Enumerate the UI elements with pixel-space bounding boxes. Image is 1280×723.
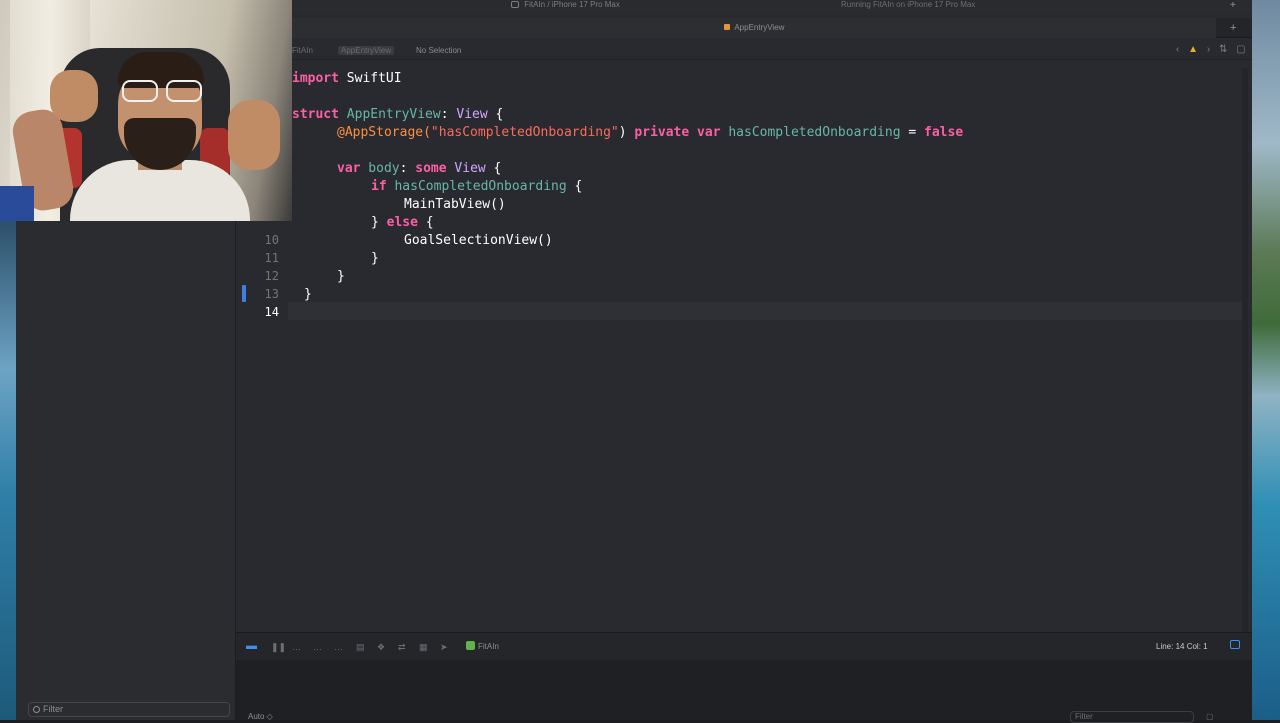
- right-hand: [228, 100, 280, 170]
- chevron-right-icon[interactable]: ›: [1207, 44, 1210, 55]
- code-line: GoalSelectionView(): [404, 233, 553, 248]
- navigator-filter-placeholder: Filter: [43, 704, 63, 714]
- debug-target[interactable]: FitAIn: [466, 641, 499, 651]
- filter-icon: [33, 706, 40, 713]
- step-over-icon[interactable]: …: [292, 642, 301, 652]
- left-fist: [50, 70, 98, 122]
- line-number: 10: [264, 233, 279, 247]
- call-token: GoalSelectionView(): [404, 233, 553, 248]
- type-token: View: [446, 161, 486, 176]
- desktop-wallpaper-right: [1252, 0, 1280, 720]
- keyword-token: some: [415, 161, 447, 176]
- line-number: 12: [264, 269, 279, 283]
- code-line: }: [304, 287, 312, 302]
- debug-target-label: FitAIn: [478, 642, 499, 651]
- code-line: } else {: [371, 215, 434, 230]
- punctuation-token: {: [487, 107, 504, 122]
- add-tab-button[interactable]: +: [1230, 22, 1236, 34]
- desktop-wallpaper-left: [0, 220, 16, 720]
- memory-graph-icon[interactable]: ❖: [377, 642, 385, 653]
- scheme-name: FitAIn: [524, 0, 546, 9]
- type-token: View: [456, 107, 488, 122]
- punctuation-token: {: [417, 215, 434, 230]
- debug-console: Auto ◇ Filter ▢: [236, 660, 1252, 723]
- jumpbar-controls: ‹ ▲ › ⇅ ▢: [1170, 44, 1246, 55]
- keyword-token: struct: [292, 107, 339, 122]
- library-button[interactable]: +: [1230, 0, 1236, 11]
- warning-icon[interactable]: ▲: [1188, 44, 1198, 55]
- add-editor-icon[interactable]: ▢: [1236, 44, 1245, 55]
- step-out-icon[interactable]: …: [334, 642, 343, 652]
- code-line: struct AppEntryView: View {: [292, 107, 503, 122]
- breadcrumb-file[interactable]: AppEntryView: [338, 46, 395, 55]
- code-line: }: [337, 269, 345, 284]
- navigator-filter-field[interactable]: Filter: [28, 702, 230, 717]
- code-line: import SwiftUI: [292, 71, 402, 86]
- punctuation-token: :: [440, 107, 457, 122]
- line-number: 11: [264, 251, 279, 265]
- app-target-icon: [466, 641, 475, 650]
- code-line: MainTabView(): [404, 197, 506, 212]
- environment-overrides-icon[interactable]: ⇄: [398, 642, 406, 653]
- current-line-number: 14: [264, 305, 279, 319]
- string-token: "hasCompletedOnboarding": [430, 125, 619, 140]
- code-line: }: [371, 251, 379, 266]
- code-line: var body: some View {: [337, 161, 501, 176]
- scheme-selector[interactable]: FitAIn / iPhone 17 Pro Max: [511, 0, 620, 9]
- variable-token: hasCompletedOnboarding: [386, 179, 567, 194]
- change-indicator[interactable]: [242, 285, 246, 302]
- app-icon: [511, 1, 519, 8]
- keyword-token: if: [371, 179, 387, 194]
- webcam-overlay: [0, 0, 292, 221]
- type-name-token: AppEntryView: [338, 107, 441, 122]
- step-into-icon[interactable]: …: [313, 642, 322, 652]
- activity-status: Running FitAIn on iPhone 17 Pro Max: [841, 0, 976, 9]
- keyword-token: else: [386, 215, 418, 230]
- pause-icon[interactable]: ❚❚: [271, 642, 286, 653]
- view-hierarchy-icon[interactable]: ▤: [356, 642, 365, 653]
- punctuation-token: :: [399, 161, 416, 176]
- breadcrumb-project[interactable]: FitAIn: [292, 46, 313, 55]
- chevron-left-icon[interactable]: ‹: [1176, 44, 1179, 55]
- glasses: [122, 80, 206, 104]
- simulate-location-icon[interactable]: ▦: [419, 642, 428, 653]
- variable-token: hasCompletedOnboarding: [720, 125, 901, 140]
- punctuation-token: {: [566, 179, 583, 194]
- keyword-token: import: [292, 71, 339, 86]
- breadcrumb-selection[interactable]: No Selection: [416, 46, 461, 55]
- operator-token: =: [900, 125, 925, 140]
- keyword-token: private var: [634, 125, 721, 140]
- punctuation-token: }: [371, 215, 387, 230]
- toggle-console-icon[interactable]: ▬: [246, 640, 257, 652]
- module-token: SwiftUI: [338, 71, 402, 86]
- punctuation-token: }: [304, 287, 312, 302]
- jump-bar: FitAIn AppEntryView No Selection ‹ ▲ › ⇅…: [290, 42, 1252, 60]
- code-line: @AppStorage("hasCompletedOnboarding") pr…: [337, 125, 963, 140]
- tab-app-entry-view[interactable]: AppEntryView: [292, 18, 1216, 38]
- current-line-highlight: [288, 302, 1242, 320]
- call-token: MainTabView(): [404, 197, 506, 212]
- attribute-token: @AppStorage(: [337, 125, 431, 140]
- toggle-variables-icon[interactable]: [1230, 640, 1240, 649]
- punctuation-token: }: [371, 251, 379, 266]
- variable-token: body: [360, 161, 400, 176]
- literal-token: false: [924, 125, 964, 140]
- device-name: iPhone 17 Pro Max: [551, 0, 620, 9]
- console-filter-field[interactable]: Filter: [1070, 711, 1194, 723]
- location-arrow-icon[interactable]: ➤: [440, 642, 448, 653]
- punctuation-token: {: [485, 161, 502, 176]
- debug-bar: ▬ ❚❚ … … … ▤ ❖ ⇄ ▦ ➤ FitAIn Line: 14 Col…: [236, 632, 1252, 660]
- tab-label: AppEntryView: [734, 23, 785, 32]
- adjust-editor-icon[interactable]: ⇅: [1219, 44, 1227, 55]
- punctuation-token: }: [337, 269, 345, 284]
- vertical-scrollbar[interactable]: [1242, 68, 1248, 632]
- sleeve: [0, 186, 34, 221]
- keyword-token: var: [337, 161, 361, 176]
- code-line: if hasCompletedOnboarding {: [371, 179, 582, 194]
- source-editor[interactable]: 10 11 12 13 14 import SwiftUI struct App…: [236, 60, 1252, 632]
- swift-file-icon: [723, 24, 730, 30]
- punctuation-token: ): [618, 125, 635, 140]
- project-navigator: Filter: [16, 220, 236, 720]
- cursor-position: Line: 14 Col: 1: [1156, 642, 1208, 651]
